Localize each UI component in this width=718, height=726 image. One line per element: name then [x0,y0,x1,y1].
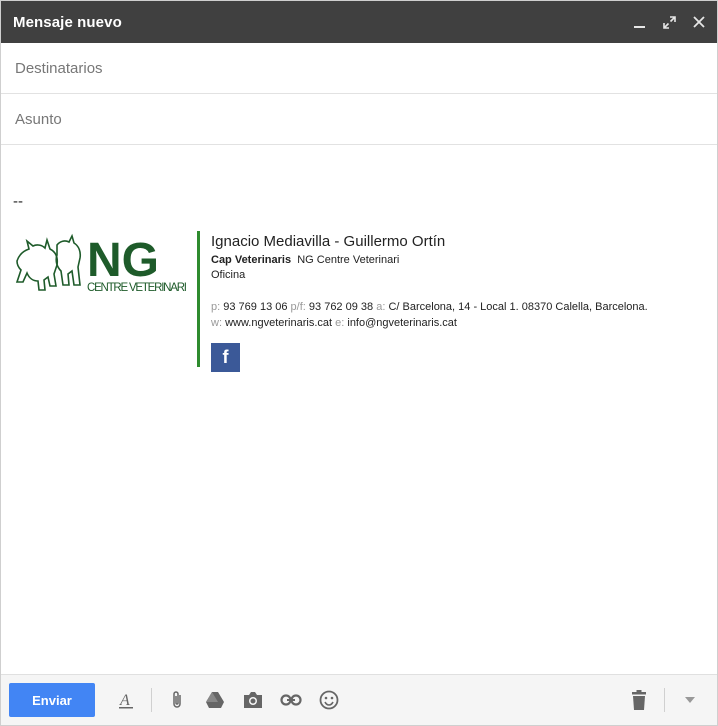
minimize-icon[interactable] [631,14,647,30]
compose-title: Mensaje nuevo [13,13,122,31]
signature-divider [197,231,200,367]
ng-logo: NG CENTRE VETERINARI [15,233,187,294]
attach-icon[interactable] [163,686,191,714]
email-signature: NG CENTRE VETERINARI Ignacio Mediavilla … [13,231,648,372]
signature-title: Cap Veterinaris [211,254,292,266]
signature-text: Ignacio Mediavilla - Guillermo Ortín Cap… [211,231,648,372]
link-icon[interactable] [277,686,305,714]
drive-icon[interactable] [201,686,229,714]
compose-window: Mensaje nuevo -- NG CENTRE VETER [0,0,718,726]
recipients-row [1,43,717,94]
phone-fax-label: p/f: [290,301,306,313]
signature-company: Cap Veterinaris NG Centre Veterinari [211,254,648,266]
email-label: e: [335,317,345,329]
expand-icon[interactable] [661,14,677,30]
subject-row [1,94,717,145]
phone-label: p: [211,301,221,313]
trash-icon[interactable] [625,686,653,714]
close-icon[interactable] [691,14,707,30]
signature-separator: -- [13,193,23,210]
window-controls [631,14,707,30]
contact-line-1: p: 93 769 13 06 p/f: 93 762 09 38 a: C/ … [211,299,648,315]
recipients-input[interactable] [13,58,705,78]
camera-icon[interactable] [239,686,267,714]
signature-office: Oficina [211,269,246,281]
svg-text:A: A [119,692,130,709]
logo-ng-text: NG [87,234,159,287]
contact-line-2: w: www.ngveterinaris.cat e: info@ngveter… [211,315,648,331]
address-label: a: [376,301,386,313]
logo-sub-text: CENTRE VETERINARI [87,282,187,294]
address-value: C/ Barcelona, 14 - Local 1. 08370 Calell… [388,301,648,313]
facebook-icon[interactable]: f [211,343,240,372]
website-label: w: [211,317,222,329]
subject-input[interactable] [13,109,705,129]
website-link[interactable]: www.ngveterinaris.cat [225,317,332,329]
toolbar-separator [151,688,152,712]
signature-contact: p: 93 769 13 06 p/f: 93 762 09 38 a: C/ … [211,299,648,331]
formatting-icon[interactable]: A [112,686,140,714]
email-link[interactable]: info@ngveterinaris.cat [347,317,457,329]
signature-company-name: NG Centre Veterinari [297,254,400,266]
emoji-icon[interactable] [315,686,343,714]
phone-value: 93 769 13 06 [223,301,288,313]
compose-toolbar: Enviar A [1,674,717,725]
signature-name: Ignacio Mediavilla - Guillermo Ortín [211,233,446,250]
compose-titlebar[interactable]: Mensaje nuevo [1,1,717,43]
phone-fax-value: 93 762 09 38 [308,301,374,313]
toolbar-separator-right [664,688,665,712]
more-options-chevron-down-icon[interactable] [676,686,704,714]
message-body[interactable]: -- NG CENTRE VETERINARI Ignacio Mediavil… [1,145,717,671]
send-button[interactable]: Enviar [9,683,95,717]
